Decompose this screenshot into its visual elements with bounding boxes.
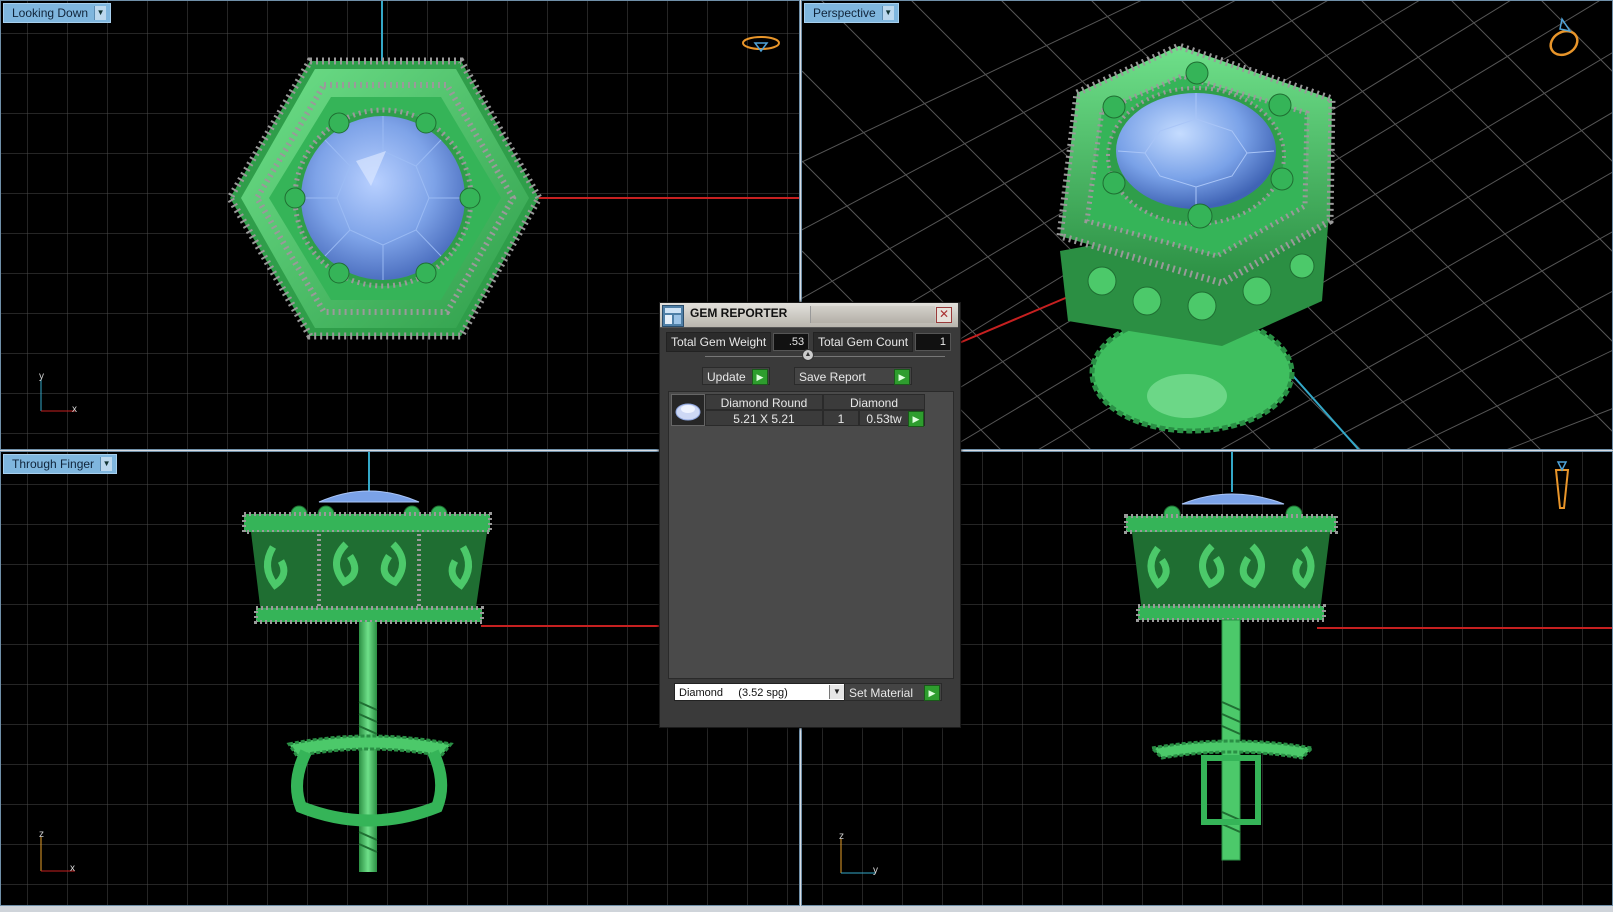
set-material-button[interactable]: Set Material ▶ [844, 683, 942, 701]
play-arrow-icon: ▶ [752, 369, 768, 385]
gem-material: Diamond [823, 394, 925, 410]
play-arrow-icon: ▶ [924, 685, 940, 701]
axis-z-label: z [839, 831, 844, 842]
gem-weight: 0.53tw [859, 410, 909, 426]
save-report-button[interactable]: Save Report ▶ [794, 367, 912, 385]
total-gem-weight-value: .53 [773, 333, 810, 351]
gem-reporter-dialog: GEM REPORTER ✕ Total Gem Weight .53 Tota… [659, 302, 961, 728]
update-button[interactable]: Update ▶ [702, 367, 770, 385]
chevron-down-icon[interactable]: ▼ [881, 6, 894, 20]
total-gem-weight-label: Total Gem Weight [666, 332, 772, 352]
close-icon[interactable]: ✕ [936, 307, 952, 323]
total-gem-count: Total Gem Count 1 [813, 332, 952, 352]
viewport-label-text: Through Finger [12, 457, 95, 471]
gem-row[interactable]: Diamond Round Diamond 5.21 X 5.21 1 0.53… [669, 392, 931, 428]
ring-view-icon[interactable] [1550, 460, 1574, 516]
viewport-label-text: Perspective [813, 6, 876, 20]
axis-y-label: y [873, 865, 878, 876]
ring-view-icon[interactable] [739, 31, 783, 55]
gem-thumbnail-icon [671, 394, 705, 426]
set-material-button-label: Set Material [849, 686, 914, 700]
dialog-title: GEM REPORTER [690, 306, 788, 320]
gem-size: 5.21 X 5.21 [705, 410, 823, 426]
viewport-label-text: Looking Down [12, 6, 89, 20]
gem-count: 1 [823, 410, 859, 426]
gem-list: Diamond Round Diamond 5.21 X 5.21 1 0.53… [668, 391, 954, 679]
total-gem-count-value: 1 [915, 333, 952, 351]
save-report-button-label: Save Report [799, 370, 866, 384]
window-bottom-edge [0, 906, 1613, 912]
splitter-track [705, 356, 945, 357]
axis-z-label: z [39, 829, 44, 840]
gem-reporter-logo-icon [662, 305, 684, 327]
title-bar-fill [810, 306, 935, 323]
dialog-title-bar[interactable]: GEM REPORTER ✕ [660, 303, 958, 328]
axis-x-label: x [72, 404, 77, 415]
splitter-handle-icon[interactable]: ▲ [802, 349, 814, 361]
play-arrow-icon: ▶ [894, 369, 910, 385]
total-gem-weight: Total Gem Weight .53 [666, 332, 810, 352]
gem-shape: Diamond Round [705, 394, 823, 410]
chevron-down-icon[interactable]: ▼ [94, 6, 107, 20]
chevron-down-icon[interactable]: ▼ [829, 685, 844, 699]
material-select-value: Diamond (3.52 spg) [679, 687, 788, 699]
earring-perspective [1056, 42, 1336, 434]
play-arrow-icon: ▶ [908, 411, 924, 427]
gem-row-go-button[interactable]: ▶ [908, 410, 925, 427]
axis-x-label: x [70, 863, 75, 874]
viewport-label-perspective[interactable]: Perspective ▼ [804, 3, 899, 23]
ring-view-icon[interactable] [1542, 17, 1586, 61]
update-button-label: Update [707, 370, 746, 384]
total-gem-count-label: Total Gem Count [813, 332, 914, 352]
viewport-label-through-finger[interactable]: Through Finger ▼ [3, 454, 118, 474]
viewport-label-looking-down[interactable]: Looking Down ▼ [3, 3, 112, 23]
chevron-down-icon[interactable]: ▼ [100, 457, 113, 471]
axis-y-label: y [39, 371, 44, 382]
material-select[interactable]: Diamond (3.52 spg) ▼ [674, 683, 846, 701]
